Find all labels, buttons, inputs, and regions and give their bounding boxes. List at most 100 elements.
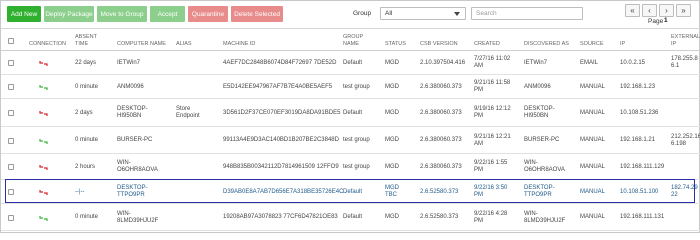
col-group-name[interactable]: GROUP NAME bbox=[343, 34, 373, 47]
alias-cell: Store Endpoint bbox=[176, 106, 200, 119]
computer-name-link[interactable]: WIN- O6OHR8AOVA bbox=[117, 160, 158, 174]
pagination: « ‹ › » bbox=[625, 4, 691, 17]
col-connection[interactable]: CONNECTION bbox=[29, 41, 66, 48]
table-row[interactable]: 0 minute WIN- 8LMD39HJU2F 19208AB97A3078823… bbox=[1, 204, 700, 231]
col-csb-version[interactable]: CSB VERSION bbox=[420, 41, 458, 48]
discovered-as-cell: IETWin7 bbox=[524, 60, 548, 66]
csb-version-cell: 2.6.380060.373 bbox=[420, 137, 462, 143]
row-checkbox[interactable] bbox=[8, 164, 14, 170]
disconnected-icon bbox=[39, 165, 48, 170]
col-external-ip[interactable]: EXTERNAL IP bbox=[671, 34, 700, 47]
computer-name-link[interactable]: ANM0096 bbox=[117, 84, 144, 91]
status-cell: MGD TBC bbox=[385, 185, 399, 198]
status-cell: MGD bbox=[385, 164, 399, 170]
machine-id-cell: E5D142EE947967AF7B7E4A0BE5AEF5 bbox=[223, 84, 333, 90]
created-cell: 9/19/16 12:12 PM bbox=[474, 106, 511, 119]
absent-time-cell: 0 minute bbox=[75, 214, 99, 220]
computer-name-link[interactable]: DESKTOP- HI950BN bbox=[117, 106, 148, 120]
computer-name-link[interactable]: DESKTOP- TTPO9PR bbox=[117, 185, 148, 199]
accept-button[interactable]: Accept bbox=[150, 6, 185, 22]
first-page-button[interactable]: « bbox=[625, 4, 640, 17]
csb-version-cell: 2.6.380060.373 bbox=[420, 84, 462, 90]
group-name-cell: test group bbox=[343, 137, 370, 143]
external-ip-cell: 178.255.8 6.1 bbox=[671, 56, 698, 69]
disconnected-icon bbox=[39, 61, 48, 66]
next-page-button[interactable]: › bbox=[659, 4, 674, 17]
col-created[interactable]: CREATED bbox=[474, 41, 500, 48]
machine-id-cell: 19208AB97A3078823 77CF6D47821OE83 bbox=[223, 214, 338, 220]
col-status[interactable]: STATUS bbox=[385, 41, 406, 48]
source-cell: MANUAL bbox=[580, 110, 606, 116]
source-cell: MANUAL bbox=[580, 84, 606, 90]
quarantine-button[interactable]: Quarantine bbox=[188, 6, 228, 22]
group-name-cell: Default bbox=[343, 110, 363, 116]
source-cell: EMAIL bbox=[580, 60, 599, 66]
csb-version-cell: 2.6.52580.373 bbox=[420, 189, 459, 195]
table-row[interactable]: 2 days DESKTOP- HI950BN Store Endpoint 3D561D… bbox=[1, 99, 700, 127]
discovered-as-cell: WIN- O6OHR8AOVA bbox=[524, 160, 565, 173]
move-to-group-button[interactable]: Move to Group bbox=[97, 6, 147, 22]
table-row[interactable]: 22 days IETWin7 4AEF7DC2848B6074D84F72697 … bbox=[1, 51, 700, 75]
col-absent-time[interactable]: ABSENT TIME bbox=[75, 34, 103, 47]
group-name-cell: test group bbox=[343, 164, 370, 170]
disconnected-icon bbox=[39, 190, 48, 195]
table-row[interactable]: 0 minute ANM0096 E5D142EE947967AF7B7E4A0BE… bbox=[1, 75, 700, 99]
group-name-cell: test group bbox=[343, 84, 370, 90]
ip-cell: 10.108.51.236 bbox=[620, 110, 659, 116]
disconnected-icon bbox=[39, 111, 48, 116]
ip-cell: 10.0.2.15 bbox=[620, 60, 646, 66]
machine-id-cell: 3D561D2F37CE070EF3019DA8DA91BDE5 bbox=[223, 110, 341, 116]
prev-page-button[interactable]: ‹ bbox=[642, 4, 657, 17]
deploy-package-button[interactable]: Deploy Package bbox=[44, 6, 94, 22]
row-checkbox[interactable] bbox=[8, 110, 14, 116]
created-cell: 9/22/16 3:50 PM bbox=[474, 185, 508, 198]
discovered-as-cell: DESKTOP- HI950BN bbox=[524, 106, 555, 119]
machine-id-cell: 948B835B00342112D7814961509 12FFO9 bbox=[223, 164, 339, 170]
table-row[interactable]: 0 minute BURSER-PC 99113A4E9D3AC140BD1B207… bbox=[1, 127, 700, 154]
col-source[interactable]: SOURCE bbox=[580, 41, 604, 48]
col-alias[interactable]: ALIAS bbox=[176, 41, 192, 48]
computer-name-link[interactable]: IETWin7 bbox=[117, 60, 140, 67]
status-cell: MGD bbox=[385, 214, 399, 220]
row-checkbox[interactable] bbox=[8, 189, 14, 195]
computer-name-link[interactable]: WIN- 8LMD39HJU2F bbox=[117, 211, 158, 225]
group-filter-value: All bbox=[385, 10, 393, 17]
discovered-as-cell: ANM0096 bbox=[524, 84, 551, 90]
last-page-button[interactable]: » bbox=[676, 4, 691, 17]
ip-cell: 192.168.1.23 bbox=[620, 84, 656, 90]
col-ip[interactable]: IP bbox=[620, 41, 625, 48]
row-checkbox[interactable] bbox=[8, 84, 14, 90]
delete-selected-button[interactable]: Delete Selected bbox=[231, 6, 283, 22]
search-placeholder: Search bbox=[476, 10, 497, 17]
connected-icon bbox=[39, 139, 48, 144]
table-header: CONNECTION ABSENT TIME COMPUTER NAME ALI… bbox=[1, 28, 700, 51]
add-new-button[interactable]: Add New bbox=[7, 6, 41, 22]
col-computer-name[interactable]: COMPUTER NAME bbox=[117, 41, 166, 48]
source-cell: MANUAL bbox=[580, 137, 606, 143]
status-cell: MGD bbox=[385, 60, 399, 66]
group-filter-label: Group bbox=[353, 10, 372, 17]
table-row[interactable]: --|-- DESKTOP- TTPO9PR D39AB0E8A7AB7D656E7A… bbox=[1, 180, 700, 204]
row-checkbox[interactable] bbox=[8, 138, 14, 144]
created-cell: 7/27/16 11:02 AM bbox=[474, 56, 511, 69]
connected-icon bbox=[39, 216, 48, 221]
select-all-checkbox[interactable] bbox=[8, 38, 14, 44]
endpoint-list-panel: Add New Deploy Package Move to Group Acc… bbox=[0, 0, 700, 233]
absent-time-cell: --|-- bbox=[75, 189, 85, 195]
machine-id-cell: 4AEF7DC2848B6074D84F72697 7DE52D bbox=[223, 60, 337, 66]
table-row[interactable]: 2 hours WIN- O6OHR8AOVA 948B835B00342112D78… bbox=[1, 154, 700, 180]
row-checkbox[interactable] bbox=[8, 215, 14, 221]
machine-id-cell: D39AB0E8A7AB7D656E7A318BE35726E4C bbox=[223, 189, 344, 195]
group-filter-select[interactable]: All bbox=[380, 7, 466, 20]
machine-id-cell: 99113A4E9D3AC140BD1B207BE2C3848D bbox=[223, 137, 339, 143]
row-checkbox[interactable] bbox=[8, 60, 14, 66]
col-discovered-as[interactable]: DISCOVERED AS bbox=[524, 41, 569, 48]
group-name-cell: Default bbox=[343, 60, 363, 66]
search-input[interactable]: Search bbox=[471, 7, 583, 20]
chevron-down-icon bbox=[454, 12, 460, 16]
col-machine-id[interactable]: MACHINE ID bbox=[223, 41, 255, 48]
ip-cell: 192.168.111.129 bbox=[620, 164, 665, 170]
source-cell: MANUAL bbox=[580, 164, 606, 170]
absent-time-cell: 2 hours bbox=[75, 164, 96, 170]
computer-name-link[interactable]: BURSER-PC bbox=[117, 137, 152, 144]
